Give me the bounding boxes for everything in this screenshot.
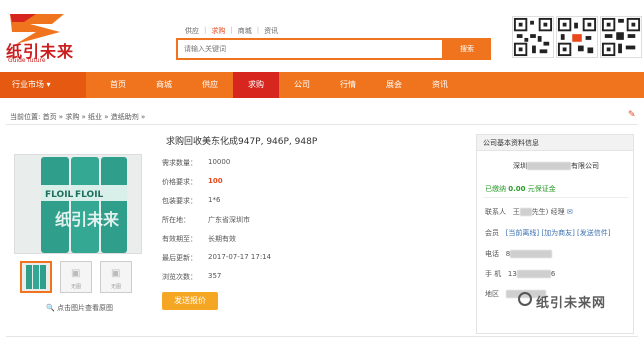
contact-row: 联系人 王 先生) 经理 ✉ <box>485 207 573 217</box>
thumbnail-strip: ▣ 无图 ▣ 无图 <box>20 261 132 293</box>
no-image-label: 无图 <box>110 284 121 290</box>
search-input[interactable] <box>178 40 442 58</box>
contact-label: 联系人 <box>485 208 506 216</box>
company-panel-title: 公司基本资料信息 <box>477 135 633 151</box>
tab-supply[interactable]: 供应 <box>180 26 204 36</box>
tab-mall[interactable]: 商城 <box>233 26 257 36</box>
info-label: 需求数量： <box>162 159 197 167</box>
view-original-link[interactable]: 🔍 点击图片查看原图 <box>46 303 113 313</box>
send-quote-button[interactable]: 发送报价 <box>162 292 218 310</box>
nav-market-quotes[interactable]: 行情 <box>325 72 371 98</box>
info-label: 浏览次数： <box>162 273 197 281</box>
nav-supply[interactable]: 供应 <box>187 72 233 98</box>
divider <box>6 124 638 125</box>
company-name-suffix: 有限公司 <box>571 162 599 170</box>
mobile-prefix: 13 <box>507 270 517 278</box>
tab-purchase[interactable]: 求购 <box>206 26 230 36</box>
main-navbar: 行业市场 ▾ 首页 商城 供应 求购 公司 行情 展会 资讯 <box>0 72 644 98</box>
product-title: 求购回收美东化成947P, 946P, 948P <box>166 137 318 147</box>
market-label: 行业市场 <box>12 80 44 89</box>
phone-label: 电话 <box>485 250 499 258</box>
magnifier-icon: 🔍 <box>46 304 55 312</box>
company-name-prefix: 深圳 <box>513 162 527 170</box>
watermark-logo-icon <box>518 292 532 306</box>
svg-text:FLOIL: FLOIL <box>45 190 74 200</box>
info-value: 357 <box>208 272 222 280</box>
pencil-icon[interactable]: ✎ <box>628 110 638 120</box>
info-label: 有效期至： <box>162 235 197 243</box>
member-row: 会员 [当前离线] [加为商友] [发送信件] <box>485 228 611 238</box>
info-value: 长期有效 <box>208 235 236 243</box>
mobile-suffix: 6 <box>550 270 556 278</box>
image-placeholder-icon: ▣ <box>111 268 121 279</box>
contact-title: 先生) 经理 <box>531 208 565 216</box>
paid-amount: 0.00 <box>508 185 526 193</box>
watermark-text: 纸引未来网 <box>536 296 607 311</box>
info-label: 最后更新： <box>162 254 197 262</box>
industry-market-dropdown[interactable]: 行业市场 ▾ <box>0 72 86 98</box>
info-value: 1*6 <box>208 196 221 204</box>
info-row-views: 浏览次数： 357 <box>162 272 221 282</box>
product-main-image[interactable]: FLOIL FLOIL 纸引未来 <box>14 154 142 254</box>
search-box <box>176 38 444 60</box>
info-row-last-updated: 最后更新： 2017-07-17 17:14 <box>162 253 271 263</box>
mobile-label: 手 机 <box>485 270 502 278</box>
qr-code-icon <box>600 16 642 58</box>
svg-text:FLOIL: FLOIL <box>75 190 104 200</box>
qr-code-icon <box>512 16 554 58</box>
divider <box>6 336 638 337</box>
nav-items: 首页 商城 供应 求购 公司 行情 展会 资讯 <box>95 72 463 98</box>
paid-suffix: 元保证金 <box>527 185 556 193</box>
info-row-quantity: 需求数量： 10000 <box>162 158 230 168</box>
thumbnail-3[interactable]: ▣ 无图 <box>100 261 132 293</box>
logo-subtitle: Guide future <box>8 57 46 64</box>
phone-row: 电话 8 <box>485 249 553 259</box>
info-value: 广东省深圳市 <box>208 216 250 224</box>
redacted-blur <box>516 270 551 278</box>
chat-icon[interactable]: ✉ <box>567 208 573 216</box>
qr-code-icon <box>556 16 598 58</box>
paid-label: 已缴纳 <box>485 185 506 193</box>
nav-mall[interactable]: 商城 <box>141 72 187 98</box>
info-value: 10000 <box>208 158 231 166</box>
no-image-label: 无图 <box>70 284 81 290</box>
breadcrumb[interactable]: 当前位置: 首页 » 求购 » 纸业 » 造纸助剂 » <box>10 112 145 122</box>
nav-news[interactable]: 资讯 <box>417 72 463 98</box>
redacted-blur <box>527 162 571 170</box>
search-category-tabs: 供应 | 求购 | 商城 | 资讯 <box>180 26 283 36</box>
info-row-price: 价格要求： 100 <box>162 177 223 187</box>
view-original-label: 点击图片查看原图 <box>56 304 113 312</box>
nav-home[interactable]: 首页 <box>95 72 141 98</box>
mobile-row: 手 机 13 6 <box>485 269 555 279</box>
tab-news[interactable]: 资讯 <box>259 26 283 36</box>
image-placeholder-icon: ▣ <box>71 268 81 279</box>
member-label: 会员 <box>485 229 499 237</box>
info-label: 包装要求： <box>162 197 197 205</box>
info-row-valid-until: 有效期至： 长期有效 <box>162 234 236 244</box>
info-value: 2017-07-17 17:14 <box>208 253 272 261</box>
nav-purchase[interactable]: 求购 <box>233 72 279 98</box>
redacted-blur <box>510 250 553 258</box>
info-row-location: 所在地： 广东省深圳市 <box>162 215 250 225</box>
nav-exhibition[interactable]: 展会 <box>371 72 417 98</box>
member-action-links[interactable]: [当前离线] [加为商友] [发送信件] <box>506 229 611 237</box>
company-name[interactable]: 深圳 有限公司 <box>477 161 635 171</box>
thumbnail-2[interactable]: ▣ 无图 <box>60 261 92 293</box>
info-row-packaging: 包装要求： 1*6 <box>162 196 220 206</box>
search-button[interactable]: 搜索 <box>443 38 491 60</box>
redacted-blur <box>519 208 532 216</box>
chevron-down-icon: ▾ <box>46 80 51 89</box>
info-label: 价格要求： <box>162 178 197 186</box>
deposit-status: 已缴纳 0.00 元保证金 <box>485 184 556 194</box>
contact-name: 王 <box>512 208 520 216</box>
site-header: 纸引未来 Guide future 供应 | 求购 | 商城 | 资讯 搜索 <box>0 0 644 72</box>
nav-company[interactable]: 公司 <box>279 72 325 98</box>
divider <box>483 197 629 198</box>
thumbnail-1[interactable] <box>20 261 52 293</box>
price-value: 100 <box>208 177 223 185</box>
area-label: 地区 <box>485 290 499 298</box>
svg-text:纸引未来: 纸引未来 <box>55 210 120 229</box>
info-label: 所在地： <box>162 216 190 224</box>
